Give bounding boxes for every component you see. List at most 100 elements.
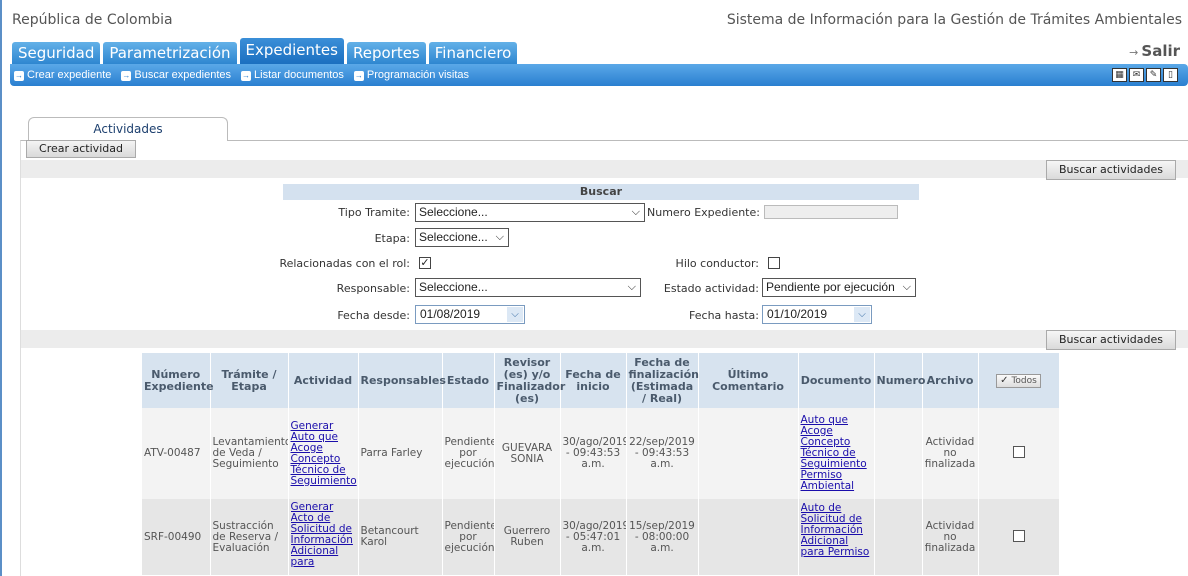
search-activities-button-top[interactable]: Buscar actividades: [1046, 160, 1176, 180]
responsable-value: Seleccione...: [419, 280, 488, 294]
arrow-right-icon: →: [121, 71, 132, 81]
col-ultimo-comentario[interactable]: Último Comentario: [698, 353, 799, 408]
chevron-down-icon: ⌵: [495, 231, 504, 243]
subnav-listar-documentos[interactable]: → Listar documentos: [241, 69, 344, 81]
activity-link[interactable]: Generar Auto que Acoge Concepto Técnico …: [291, 420, 357, 487]
tab-reportes[interactable]: Reportes: [346, 42, 426, 64]
col-numero[interactable]: Numero: [874, 353, 925, 408]
calendar-icon[interactable]: ▦: [1112, 68, 1127, 82]
cell-comentario: [698, 408, 799, 499]
toolbar-icons: ▦ ✉ ✎ ▯: [1112, 68, 1178, 82]
select-all-button[interactable]: ✓ Todos: [996, 373, 1041, 388]
row-checkbox[interactable]: [1012, 446, 1025, 458]
etapa-value: Seleccione...: [419, 230, 488, 244]
col-fecha-inicio[interactable]: Fecha de inicio: [560, 353, 627, 408]
search-toolbar-bottom: Buscar actividades: [21, 330, 1188, 350]
cell-tramite: Sustracción de Reserva / Evaluación: [210, 499, 289, 575]
cell-tramite: Levantamiento de Veda / Seguimiento: [210, 408, 289, 499]
fecha-hasta-input[interactable]: 01/10/2019 ⌵: [762, 305, 872, 324]
cell-numero-doc: [874, 408, 923, 499]
fecha-hasta-label: Fecha hasta:: [689, 309, 759, 322]
create-activity-button[interactable]: Crear actividad: [26, 140, 136, 158]
col-numero-expediente[interactable]: Número Expediente: [142, 353, 214, 408]
select-all-label: Todos: [1011, 375, 1037, 386]
tab-actividades[interactable]: Actividades: [28, 117, 228, 141]
activity-link[interactable]: Generar Acto de Solicitud de Información…: [291, 502, 353, 568]
numero-expediente-input[interactable]: [764, 205, 898, 219]
cell-numero: ATV-00487: [142, 408, 211, 499]
responsable-label: Responsable:: [336, 282, 410, 295]
check-icon: ✓: [1000, 374, 1009, 386]
search-activities-button-bottom[interactable]: Buscar actividades: [1046, 330, 1176, 350]
mail-icon[interactable]: ✉: [1129, 68, 1144, 82]
cell-fecha-fin: 22/sep/2019 - 09:43:53 a.m.: [626, 408, 699, 499]
cell-revisor: Guerrero Ruben: [494, 499, 561, 575]
document-clip: Auto de Solicitud de Información Adicion…: [801, 503, 872, 571]
cell-responsables: Betancourt Karol: [358, 499, 443, 575]
col-estado[interactable]: Estado: [442, 353, 495, 408]
tasks-icon[interactable]: ✎: [1146, 68, 1161, 82]
estado-actividad-value: Pendiente por ejecución: [766, 280, 895, 294]
col-revisor[interactable]: Revisor (es) y/o Finalizador (es): [494, 353, 565, 408]
responsable-select[interactable]: Seleccione... ⌵: [415, 278, 641, 297]
country-label: República de Colombia: [12, 12, 173, 28]
col-tramite-etapa[interactable]: Trámite / Etapa: [210, 353, 289, 408]
document-link[interactable]: Auto que Acoge Concepto Técnico de Segui…: [801, 414, 867, 492]
estado-actividad-select[interactable]: Pendiente por ejecución ⌵: [762, 278, 916, 297]
cell-fecha-inicio: 30/ago/2019 - 09:43:53 a.m.: [560, 408, 627, 499]
chevron-down-icon[interactable]: ⌵: [507, 307, 523, 322]
arrow-right-icon: →: [1129, 46, 1139, 59]
search-heading: Buscar: [283, 184, 919, 200]
relacionadas-label: Relacionadas con el rol:: [279, 257, 410, 270]
logout-link[interactable]: → Salir: [1129, 42, 1180, 60]
tab-financiero[interactable]: Financiero: [428, 42, 518, 64]
chevron-down-icon: ⌵: [902, 281, 911, 293]
fecha-desde-value: 01/08/2019: [420, 307, 481, 321]
etapa-label: Etapa:: [374, 232, 410, 245]
cell-documento: Auto de Solicitud de Información Adicion…: [798, 499, 875, 575]
cell-select: [978, 408, 1060, 499]
etapa-select[interactable]: Seleccione... ⌵: [415, 228, 509, 247]
arrow-right-icon: →: [353, 71, 364, 81]
estado-actividad-label: Estado actividad:: [663, 282, 759, 295]
chevron-down-icon[interactable]: ⌵: [854, 307, 870, 322]
tab-seguridad[interactable]: Seguridad: [12, 42, 101, 64]
subnav-crear-expediente[interactable]: → Crear expediente: [14, 69, 111, 81]
tipo-tramite-value: Seleccione...: [419, 205, 488, 219]
table-row: SRF-00490 Sustracción de Reserva / Evalu…: [142, 499, 1060, 575]
subnav-label: Crear expediente: [27, 69, 112, 81]
cell-fecha-inicio: 30/ago/2019 - 05:47:01 a.m.: [560, 499, 627, 575]
subnav-programacion-visitas[interactable]: → Programación visitas: [353, 69, 469, 81]
tab-expedientes[interactable]: Expedientes: [239, 38, 344, 64]
cell-comentario: [698, 499, 799, 575]
subnav-label: Listar documentos: [254, 69, 344, 81]
col-responsables[interactable]: Responsables: [358, 353, 446, 408]
col-documento[interactable]: Documento: [798, 353, 875, 408]
document-icon[interactable]: ▯: [1163, 68, 1178, 82]
header: República de Colombia Sistema de Informa…: [2, 0, 1188, 64]
tipo-tramite-label: Tipo Tramite:: [338, 206, 410, 219]
chevron-down-icon: ⌵: [627, 281, 636, 293]
cell-numero-doc: [874, 499, 923, 575]
hilo-conductor-checkbox[interactable]: [768, 257, 780, 269]
table-header-row: Número Expediente Trámite / Etapa Activi…: [142, 353, 1060, 408]
tipo-tramite-select[interactable]: Seleccione... ⌵: [415, 203, 645, 222]
logout-label: Salir: [1141, 42, 1180, 60]
col-actividad[interactable]: Actividad: [288, 353, 359, 408]
sub-navigation: → Crear expediente → Buscar expedientes → L…: [10, 64, 1188, 86]
fecha-hasta-value: 01/10/2019: [767, 307, 828, 321]
cell-actividad: Generar Acto de Solicitud de Información…: [288, 499, 359, 575]
row-checkbox[interactable]: [1012, 529, 1025, 542]
document-link[interactable]: Auto de Solicitud de Información Adicion…: [801, 503, 870, 558]
cell-numero: SRF-00490: [142, 499, 211, 575]
col-select-all: ✓ Todos: [978, 353, 1060, 408]
fecha-desde-label: Fecha desde:: [337, 309, 410, 322]
col-fecha-fin[interactable]: Fecha de finalización (Estimada / Real): [626, 353, 699, 408]
col-archivo[interactable]: Archivo: [922, 353, 979, 408]
subnav-buscar-expedientes[interactable]: → Buscar expedientes: [121, 69, 231, 81]
cell-fecha-fin: 15/sep/2019 - 08:00:00 a.m.: [626, 499, 699, 575]
relacionadas-checkbox[interactable]: ✓: [419, 257, 431, 269]
fecha-desde-input[interactable]: 01/08/2019 ⌵: [415, 305, 525, 324]
numero-expediente-label: Numero Expediente:: [647, 206, 760, 219]
tab-parametrizacion[interactable]: Parametrización: [103, 42, 237, 64]
